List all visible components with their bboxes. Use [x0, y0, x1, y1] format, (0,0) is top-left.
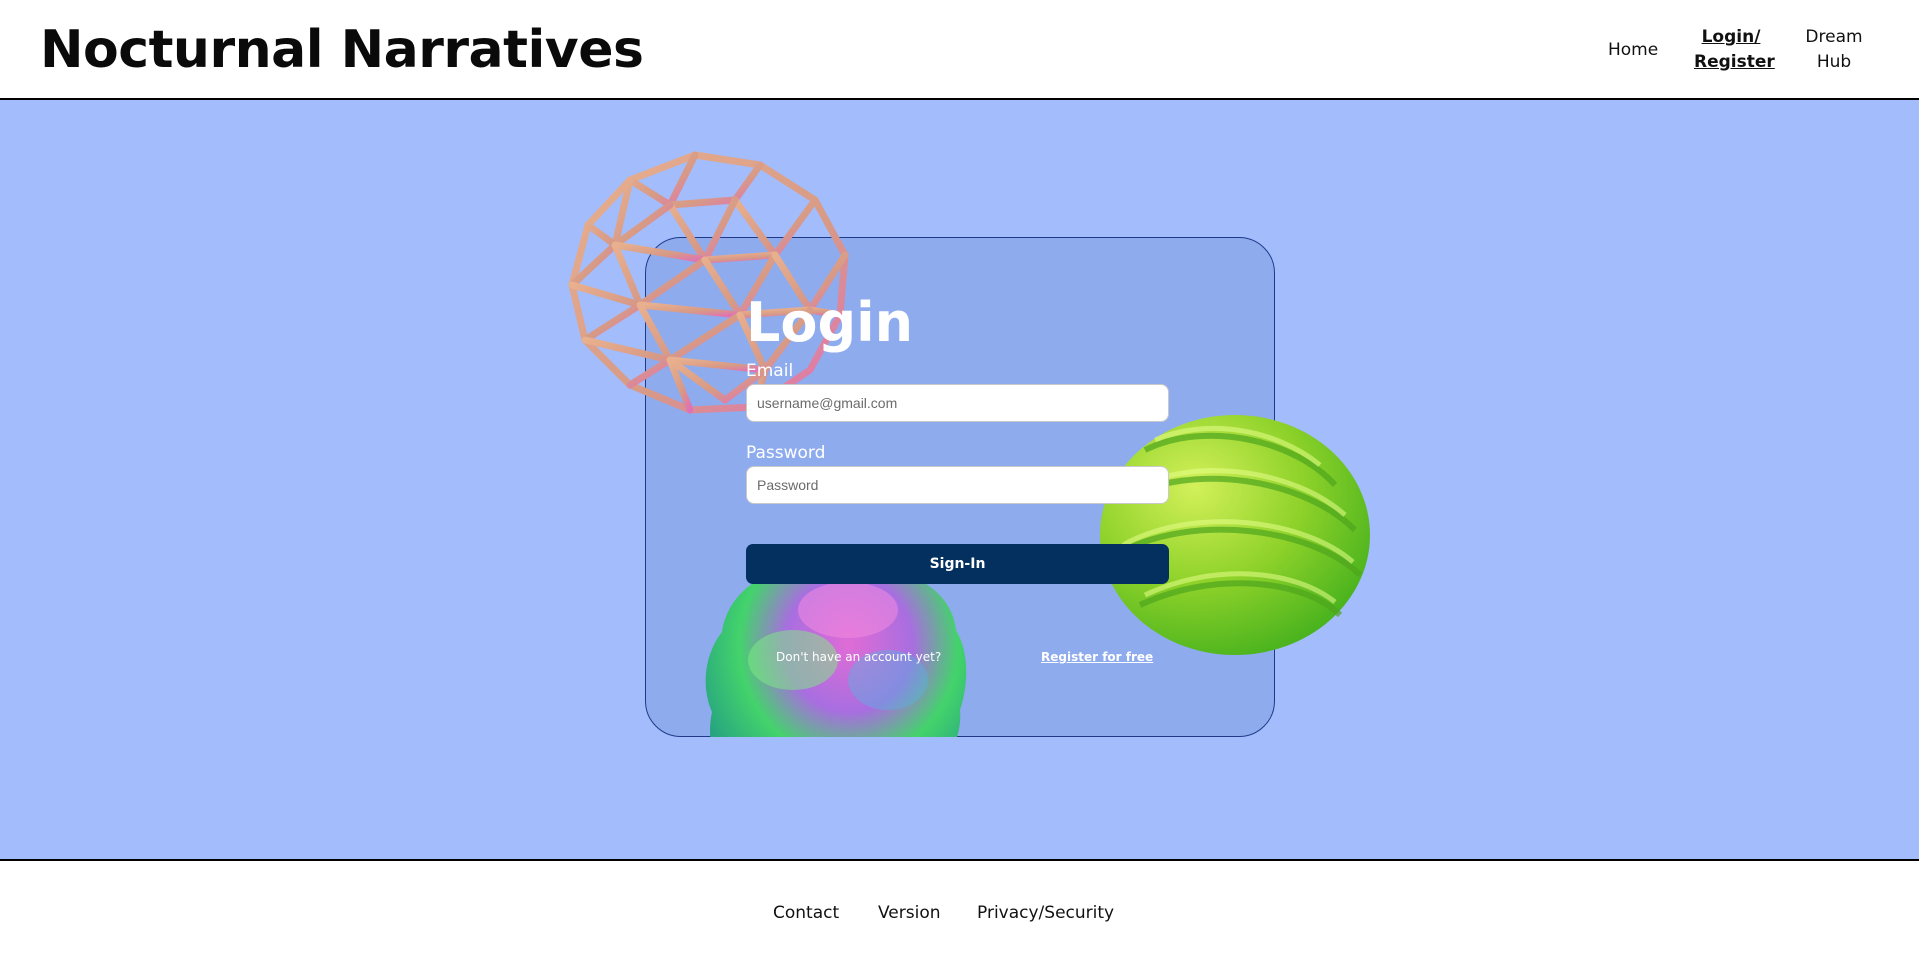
- login-form: Login Email Password Sign-In: [746, 290, 1169, 584]
- register-prompt: Don't have an account yet? Register for …: [746, 648, 1169, 668]
- register-link[interactable]: Register for free: [1041, 648, 1153, 666]
- footer-privacy-link[interactable]: Privacy/Security: [977, 901, 1114, 925]
- footer-version-link[interactable]: Version: [878, 901, 941, 925]
- nav-dream-hub-link[interactable]: Dream Hub: [1802, 25, 1866, 75]
- nav-dream-label-line1: Dream: [1805, 27, 1863, 47]
- no-account-text: Don't have an account yet?: [776, 650, 942, 664]
- site-header: Nocturnal Narratives Home Login/ Registe…: [0, 0, 1919, 100]
- main-section: Login Email Password Sign-In Don't have …: [0, 100, 1919, 861]
- email-input[interactable]: [746, 384, 1169, 422]
- sign-in-button[interactable]: Sign-In: [746, 544, 1169, 584]
- nav-login-label-line1: Login/: [1701, 27, 1761, 47]
- email-label: Email: [746, 361, 794, 381]
- iridescent-blob-decoration: [705, 547, 967, 737]
- footer-contact-link[interactable]: Contact: [773, 901, 839, 925]
- nav-home-link[interactable]: Home: [1608, 38, 1658, 63]
- main-nav: Home Login/ Register Dream Hub: [0, 22, 1919, 82]
- nav-login-register-link[interactable]: Login/ Register: [1694, 25, 1775, 75]
- password-input[interactable]: [746, 466, 1169, 504]
- site-footer: Contact Version Privacy/Security: [0, 861, 1919, 960]
- nav-login-label-line2: Register: [1694, 52, 1775, 72]
- password-label: Password: [746, 443, 826, 463]
- nav-dream-label-line2: Hub: [1816, 52, 1852, 72]
- login-title: Login: [746, 291, 914, 354]
